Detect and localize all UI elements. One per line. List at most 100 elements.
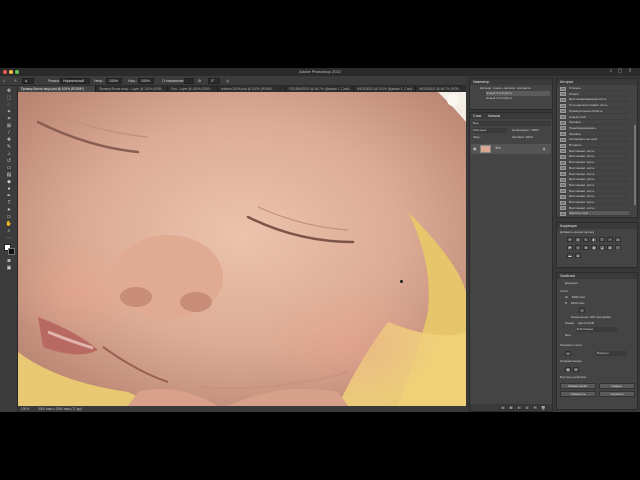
blend-mode-select[interactable]: Обычные [473, 128, 507, 133]
move-tool-icon[interactable]: ✥ [4, 88, 14, 94]
type-tool-icon[interactable]: T [4, 200, 14, 206]
invert-icon[interactable]: ◪ [599, 245, 605, 250]
gradient-tool-icon[interactable]: ▤ [4, 172, 14, 178]
history-state[interactable]: Восстанавл. кисть [569, 194, 629, 200]
navigator-title[interactable]: Навигатор [470, 79, 552, 85]
background-color-swatch[interactable] [8, 248, 15, 255]
history-state[interactable]: Восстанавл. кисть [569, 166, 629, 171]
fx-icon[interactable]: fx [508, 405, 514, 410]
threshold-icon[interactable]: ◫ [615, 245, 621, 250]
exposure-icon[interactable]: ◧ [591, 237, 597, 242]
tab-layers[interactable]: Слои [473, 114, 481, 118]
history-state[interactable]: Открыть [569, 86, 629, 91]
history-state[interactable]: Заливка [569, 120, 629, 126]
selective-color-icon[interactable]: ◈ [575, 253, 581, 258]
layer-row[interactable]: ◉ Фон 🔒︎ [471, 144, 551, 154]
history-state[interactable]: Восстанавл. кисть [569, 206, 629, 211]
history-state[interactable]: Восстанавл. кисть [569, 154, 629, 160]
color-balance-icon[interactable]: ⚖ [615, 237, 621, 242]
orientation-icon[interactable]: ▯ [579, 308, 585, 313]
link-icon[interactable]: ∞ [500, 405, 506, 410]
history-state[interactable]: Восстанавл. кисть [569, 183, 629, 188]
levels-icon[interactable]: ▥ [575, 237, 581, 242]
width-row[interactable]: Ш 3000 пикс [565, 295, 605, 300]
history-state[interactable]: Копировать на слой [569, 137, 629, 143]
lookup-icon[interactable]: ▦ [591, 245, 597, 250]
gradient-map-icon[interactable]: ▬ [567, 253, 573, 258]
flow-input[interactable]: 100% [138, 78, 154, 84]
mask-icon[interactable]: ◐ [516, 405, 522, 410]
height-row[interactable]: В 2000 пикс [565, 301, 605, 306]
history-state[interactable]: Трансформировать [569, 126, 629, 131]
layer-opacity[interactable]: Непрозрачн.: 100% [512, 128, 550, 133]
marquee-tool-icon[interactable]: ⬚ [4, 95, 14, 101]
history-state[interactable]: Восстанавливающая кисть [569, 97, 629, 103]
quick-mask-icon[interactable]: ◙ [4, 258, 14, 264]
channel-mixer-icon[interactable]: ⊕ [583, 245, 589, 250]
trash-icon[interactable]: 🗑︎ [540, 405, 546, 410]
mode-select[interactable]: Нормальный [60, 78, 90, 84]
opacity-input[interactable]: 100% [106, 78, 122, 84]
history-title[interactable]: История [557, 79, 637, 85]
path-select-tool-icon[interactable]: ➤ [4, 207, 14, 213]
bw-icon[interactable]: ◩ [567, 245, 573, 250]
unit-select[interactable]: Пиксели [597, 351, 627, 356]
history-state[interactable]: Новый слой [569, 115, 629, 120]
bits-select[interactable]: 8 бит/канал [577, 327, 617, 332]
smoothing-input[interactable] [184, 78, 194, 84]
hand-tool-icon[interactable]: ✋ [4, 221, 14, 227]
history-state[interactable]: Заливка [569, 132, 629, 137]
mode-row[interactable]: Режим Цвета RGB [565, 321, 635, 326]
kind-filter[interactable]: Вид [473, 121, 551, 126]
brightness-icon[interactable]: ☀ [567, 237, 573, 242]
grid-icon[interactable]: ⊞ [573, 367, 579, 372]
pen-tool-icon[interactable]: ✒ [4, 193, 14, 199]
hue-icon[interactable]: ◔ [607, 237, 613, 242]
brush-tool-icon[interactable]: ✎ [14, 78, 17, 84]
crop-tool-icon[interactable]: ⌗ [4, 116, 14, 122]
rotate-button[interactable]: Повернуть [560, 391, 596, 397]
lasso-tool-icon[interactable]: ◌ [4, 102, 14, 108]
healing-tool-icon[interactable]: ✚ [4, 137, 14, 143]
layer-name[interactable]: Фон [495, 146, 501, 151]
history-brush-tool-icon[interactable]: ↺ [4, 158, 14, 164]
pressure-icon[interactable]: ◎ [226, 78, 229, 84]
crop-button[interactable]: Кадрир. [599, 383, 635, 389]
home-icon[interactable]: ⌂ [3, 78, 5, 84]
history-state[interactable]: Восстанавл. кисть [569, 177, 629, 183]
workspace-icon[interactable]: ▢ [617, 69, 623, 74]
brush-preset-picker[interactable]: ● [22, 78, 34, 84]
eyedropper-tool-icon[interactable]: ⁄ [4, 130, 14, 136]
history-scrollbar[interactable] [634, 125, 636, 205]
brush-tool-icon[interactable]: ✎ [4, 144, 14, 150]
history-state[interactable]: Восстанавл. кисть [569, 172, 629, 177]
new-layer-icon[interactable]: + [532, 405, 538, 410]
history-state[interactable]: Восстанавл. кисть [569, 200, 629, 205]
photo-filter-icon[interactable]: ◎ [575, 245, 581, 250]
shape-tool-icon[interactable]: ▭ [4, 214, 14, 220]
share-icon[interactable]: ⇪ [627, 69, 633, 74]
quick-select-tool-icon[interactable]: ✦ [4, 109, 14, 115]
history-state[interactable]: Восстанавл. кисть [569, 189, 629, 194]
guides-icon[interactable]: ▦ [565, 367, 571, 372]
history-state[interactable]: Восстанавл. кисть [569, 149, 629, 154]
dodge-tool-icon[interactable]: ● [4, 186, 14, 192]
ruler-icon[interactable]: ▭ [565, 351, 571, 356]
adjustment-icon[interactable]: ◑ [524, 405, 530, 410]
flip-button[interactable]: Отразить [599, 391, 635, 397]
zoom-tool-icon[interactable]: ⌕ [4, 228, 14, 234]
stamp-tool-icon[interactable]: ⊥ [4, 151, 14, 157]
gear-icon[interactable]: ⚙ [198, 78, 201, 84]
history-state[interactable]: Вставить [569, 143, 629, 148]
more-tools-icon[interactable]: ⋯ [4, 235, 14, 241]
screen-mode-icon[interactable]: ▣ [4, 265, 14, 271]
history-state[interactable]: Штамп [569, 92, 629, 97]
image-size-button[interactable]: Размер изобр. [560, 383, 596, 389]
properties-title[interactable]: Свойства [557, 273, 637, 279]
history-state[interactable]: Точечная восстанавл. кисть [569, 103, 629, 109]
search-icon[interactable]: ⌕ [608, 69, 614, 74]
eye-icon[interactable]: ◉ [473, 146, 477, 151]
frame-tool-icon[interactable]: ⊠ [4, 123, 14, 129]
document-canvas[interactable] [18, 92, 466, 406]
history-state[interactable]: Удалить слой [569, 211, 629, 217]
